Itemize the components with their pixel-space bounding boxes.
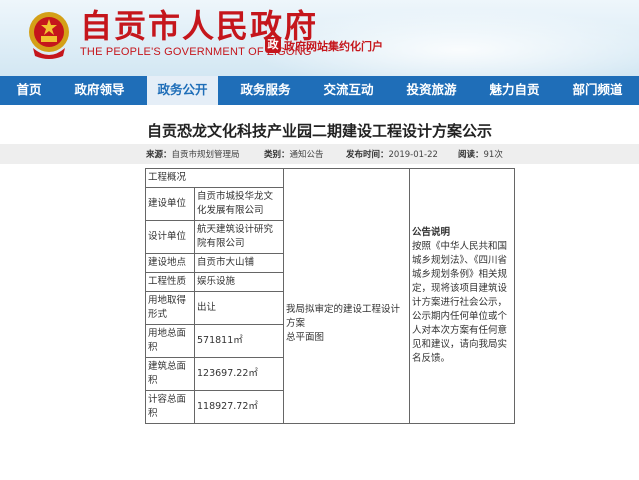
- row-label-land-acquisition: 用地取得形式: [145, 291, 195, 325]
- row-label-location: 建设地点: [145, 253, 195, 273]
- meta-category: 类别：通知公告: [264, 148, 324, 160]
- article-title: 自贡恐龙文化科技产业园二期建设工程设计方案公示: [146, 122, 492, 140]
- row-value-builder: 自贡市城投华龙文化发展有限公司: [194, 187, 284, 221]
- meta-category-value: 通知公告: [289, 150, 324, 160]
- row-label-builder: 建设单位: [145, 187, 195, 221]
- row-value-designer: 航天建筑设计研究院有限公司: [194, 220, 284, 254]
- meta-time: 发布时间：2019-01-22: [346, 148, 438, 160]
- meta-source-value: 自贡市规划管理局: [171, 150, 240, 160]
- row-value-plot-ratio-area: 118927.72㎡: [194, 390, 284, 424]
- meta-time-label: 发布时间：: [346, 150, 389, 160]
- project-info-table: 工程概况 我局拟审定的建设工程设计方案 总平面图 公告说明 按照《中华人民共和国…: [145, 168, 515, 424]
- meta-time-value: 2019-01-22: [388, 150, 438, 160]
- row-label-designer: 设计单位: [145, 220, 195, 254]
- site-title: 自贡市人民政府: [80, 7, 319, 45]
- row-label-building-area: 建筑总面积: [145, 357, 195, 391]
- nav-item-leaders[interactable]: 政府领导: [64, 76, 134, 105]
- row-value-land-area: 571811㎡: [194, 324, 284, 358]
- meta-source: 来源：自贡市规划管理局: [146, 148, 240, 160]
- nav-item-home[interactable]: 首页: [6, 76, 51, 105]
- meta-category-label: 类别：: [264, 150, 290, 160]
- meta-views-label: 阅读：: [458, 150, 484, 160]
- portal-badge-icon: 政: [265, 37, 281, 53]
- row-value-land-acquisition: 出让: [194, 291, 284, 325]
- row-value-building-area: 123697.22㎡: [194, 357, 284, 391]
- article-meta-bar: 来源：自贡市规划管理局 类别：通知公告 发布时间：2019-01-22 阅读：9…: [0, 144, 639, 164]
- overview-header: 工程概况: [145, 168, 284, 188]
- portal-text[interactable]: 政府网站集约化门户: [284, 38, 383, 54]
- row-label-plot-ratio-area: 计容总面积: [145, 390, 195, 424]
- row-label-nature: 工程性质: [145, 272, 195, 292]
- nav-item-investment-tourism[interactable]: 投资旅游: [396, 76, 466, 105]
- nav-item-interaction[interactable]: 交流互动: [313, 76, 383, 105]
- site-header: 自贡市人民政府 THE PEOPLE'S GOVERNMENT OF ZIGON…: [0, 0, 639, 76]
- meta-source-label: 来源：: [146, 150, 172, 160]
- notice-body: 按照《中华人民共和国城乡规划法》、《四川省城乡规划条例》相关规定，现将该项目建筑…: [412, 241, 508, 364]
- row-label-land-area: 用地总面积: [145, 324, 195, 358]
- nav-item-open-government[interactable]: 政务公开: [147, 76, 218, 105]
- nav-item-departments[interactable]: 部门频道: [562, 76, 632, 105]
- review-plan-cell: 我局拟审定的建设工程设计方案 总平面图: [283, 168, 410, 424]
- row-value-location: 自贡市大山铺: [194, 253, 284, 273]
- meta-views-value: 91次: [483, 150, 503, 160]
- notice-cell: 公告说明 按照《中华人民共和国城乡规划法》、《四川省城乡规划条例》相关规定，现将…: [409, 168, 515, 424]
- nav-item-charm-zigong[interactable]: 魅力自贡: [479, 76, 549, 105]
- main-nav: 首页 政府领导 政务公开 政务服务 交流互动 投资旅游 魅力自贡 部门频道: [0, 76, 639, 105]
- meta-views: 阅读：91次: [458, 148, 503, 160]
- site-plan-link[interactable]: 总平面图: [286, 331, 407, 345]
- notice-title: 公告说明: [412, 227, 451, 238]
- review-plan-text: 我局拟审定的建设工程设计方案: [286, 304, 401, 329]
- row-value-nature: 娱乐设施: [194, 272, 284, 292]
- national-emblem-icon: [29, 12, 69, 59]
- nav-item-services[interactable]: 政务服务: [230, 76, 300, 105]
